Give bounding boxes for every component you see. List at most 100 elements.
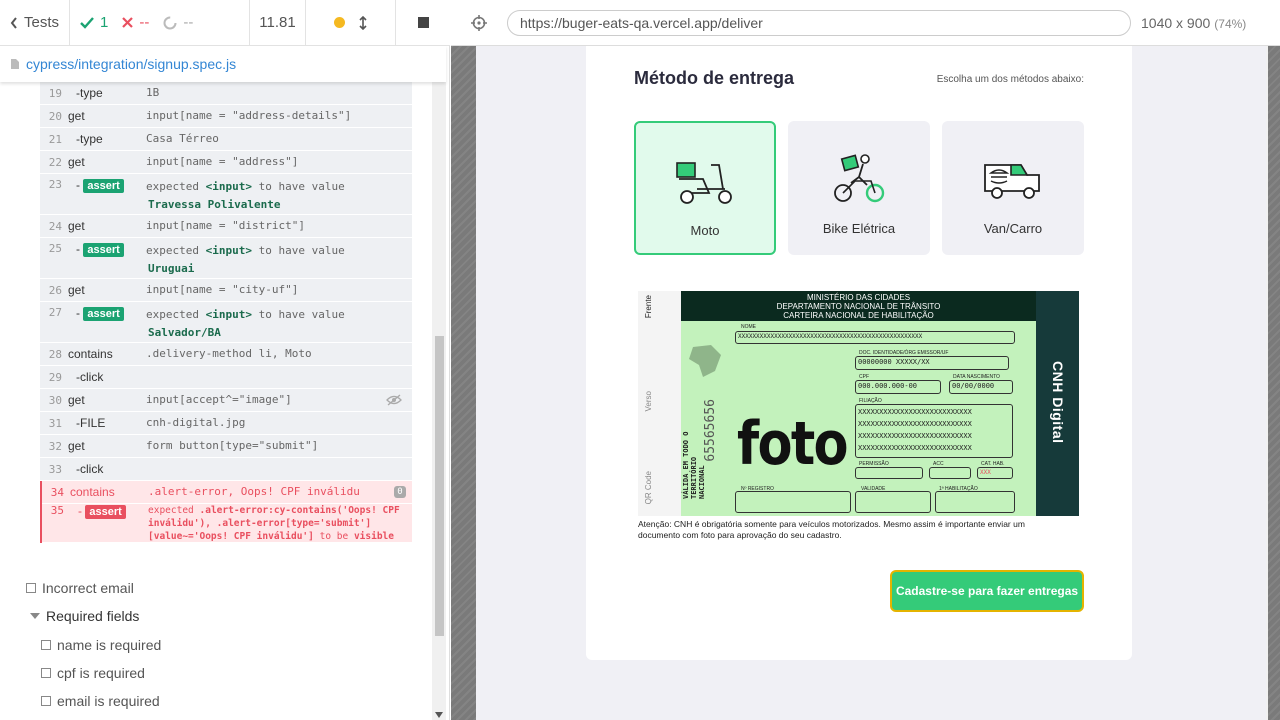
command-row[interactable]: 26 get input[name = "city-uf"]	[40, 279, 412, 302]
assert-matcher: to have value	[258, 244, 345, 257]
assert-badge: assert	[85, 505, 126, 519]
command-number: 29	[48, 370, 62, 384]
test-status-icon	[26, 583, 36, 593]
error-line: [value~='Oops! CPF inválidu'] to be visi…	[148, 530, 412, 543]
delivery-method-van[interactable]: Van/Carro	[942, 121, 1084, 255]
chevron-left-icon	[10, 16, 17, 29]
command-message: .delivery-method li, Moto	[146, 347, 312, 360]
command-number: 28	[48, 347, 62, 361]
cnh-cpf-value: 000.000.000-00	[855, 380, 941, 394]
test-email-required[interactable]: email is required	[41, 693, 160, 709]
cnh-header-1: MINISTÉRIO DAS CIDADES	[806, 293, 911, 302]
command-row[interactable]: 28 contains .delivery-method li, Moto	[40, 343, 412, 366]
bike-delivery-icon	[834, 154, 885, 203]
brazil-map-icon	[689, 345, 721, 377]
scooter-icon	[676, 162, 732, 204]
aut-container: Método de entrega Escolha um dos métodos…	[451, 46, 1280, 720]
command-number: 20	[48, 109, 62, 123]
test-status-icon	[41, 668, 51, 678]
selector-playground-button[interactable]	[451, 0, 507, 46]
reporter-scrollbar[interactable]	[432, 82, 446, 720]
submit-button[interactable]: Cadastre-se para fazer entregas	[890, 570, 1084, 612]
failed-command-block[interactable]: 34 contains .alert-error, Oops! CPF inváli…	[40, 481, 412, 543]
cnh-acc-value	[929, 467, 971, 479]
cnh-filiacao-line: XXXXXXXXXXXXXXXXXXXXXXXXXXX	[858, 420, 972, 428]
command-row[interactable]: 21 -type Casa Térreo	[40, 128, 412, 151]
command-row[interactable]: 29 -click	[40, 366, 412, 389]
command-number: 23	[48, 178, 62, 191]
command-number: 35	[50, 504, 64, 517]
url-bar[interactable]: https://buger-eats-qa.vercel.app/deliver	[507, 9, 1131, 36]
error-subject: inválidu'), .alert-error[type='submit']	[148, 518, 372, 529]
viewport-scale: (74%)	[1214, 16, 1247, 31]
cnh-filiacao-line: XXXXXXXXXXXXXXXXXXXXXXXXXXX	[858, 444, 972, 452]
assert-badge: assert	[83, 243, 124, 257]
assert-value: Salvador/BA	[148, 326, 221, 339]
command-number: 22	[48, 155, 62, 169]
spec-file-bar: cypress/integration/signup.spec.js	[0, 46, 446, 82]
scroll-down-icon[interactable]	[435, 712, 443, 718]
error-line: inválidu'), .alert-error[type='submit']	[148, 517, 412, 530]
tests-back-button[interactable]: Tests	[0, 0, 70, 45]
failed-count: --	[139, 14, 150, 31]
suite-required-fields[interactable]: Required fields	[30, 608, 139, 624]
cnh-nome-value: XXXXXXXXXXXXXXXXXXXXXXXXXXXXXXXXXXXXXXXX…	[735, 331, 1015, 344]
command-message: Casa Térreo	[146, 132, 219, 145]
command-message: input[name = "address"]	[146, 155, 299, 168]
delivery-method-bike[interactable]: Bike Elétrica	[788, 121, 930, 255]
spec-path-link[interactable]: cypress/integration/signup.spec.js	[26, 56, 236, 72]
command-message: expected <input> to have value Salvador/B…	[146, 306, 412, 342]
command-name: get	[68, 109, 85, 123]
assert-subject: <input>	[205, 180, 252, 193]
command-row[interactable]: 30 get input[accept^="image"]	[40, 389, 412, 412]
error-expected: expected	[148, 505, 194, 516]
command-number: 25	[48, 242, 62, 255]
command-row[interactable]: 20 get input[name = "address-details"]	[40, 105, 412, 128]
command-name: - assert	[68, 178, 146, 193]
command-row[interactable]: 33 -click	[40, 458, 412, 481]
command-row[interactable]: 23 - assert expected <input> to have value…	[40, 174, 412, 215]
command-number: 34	[50, 485, 64, 499]
command-name: -type	[76, 132, 103, 146]
command-row[interactable]: 24 get input[name = "district"]	[40, 215, 412, 238]
x-icon	[122, 17, 134, 28]
cnh-permissao-value	[855, 467, 923, 479]
command-message: input[accept^="image"]	[146, 393, 292, 406]
cnh-registro-value	[735, 491, 851, 513]
file-icon	[11, 59, 19, 69]
command-name: - assert	[70, 504, 148, 519]
test-name-required[interactable]: name is required	[41, 637, 161, 653]
cnh-number: 65565656	[703, 399, 718, 462]
command-row[interactable]: 34 contains .alert-error, Oops! CPF inváli…	[42, 481, 412, 504]
scrollbar-thumb[interactable]	[435, 336, 444, 636]
test-incorrect-email[interactable]: Incorrect email	[26, 580, 134, 596]
command-row[interactable]: 35 - assert expected .alert-error:cy-conta…	[42, 504, 412, 543]
cnh-preview-image[interactable]: Frente Verso QR Code MINISTÉRIO DAS CIDA…	[638, 291, 1079, 516]
aut-scrollbar[interactable]	[1266, 46, 1268, 720]
cnh-filiacao-line: XXXXXXXXXXXXXXXXXXXXXXXXXXX	[858, 432, 972, 440]
error-matcher: to be	[319, 531, 349, 542]
auto-scroll-icon[interactable]	[359, 15, 367, 30]
running-indicator-icon	[334, 17, 345, 28]
cnh-filiacao-box: XXXXXXXXXXXXXXXXXXXXXXXXXXX XXXXXXXXXXXX…	[855, 404, 1013, 458]
command-row[interactable]: 19 -type 1B	[40, 82, 412, 105]
command-row[interactable]: 25 - assert expected <input> to have value…	[40, 238, 412, 279]
test-cpf-required[interactable]: cpf is required	[41, 665, 145, 681]
cnh-filiacao-line: XXXXXXXXXXXXXXXXXXXXXXXXXXX	[858, 408, 972, 416]
test-title: cpf is required	[57, 665, 145, 681]
test-stats: 1 -- --	[70, 0, 250, 45]
delivery-method-moto[interactable]: Moto	[634, 121, 776, 255]
command-row[interactable]: 22 get input[name = "address"]	[40, 151, 412, 174]
assert-value-line: Uruguai	[146, 260, 412, 278]
error-subject: [value~='Oops! CPF inválidu']	[148, 531, 314, 542]
command-row[interactable]: 32 get form button[type="submit"]	[40, 435, 412, 458]
command-row[interactable]: 27 - assert expected <input> to have value…	[40, 302, 412, 343]
command-message: form button[type="submit"]	[146, 439, 319, 452]
error-subject: .alert-error:cy-contains('Oops! CPF	[199, 505, 400, 516]
tests-back-label: Tests	[23, 14, 59, 31]
stop-button[interactable]	[396, 0, 450, 45]
command-name: - assert	[68, 242, 146, 257]
command-row[interactable]: 31 -FILE cnh-digital.jpg	[40, 412, 412, 435]
command-name: get	[68, 283, 85, 297]
passed-stat: 1	[80, 14, 108, 31]
